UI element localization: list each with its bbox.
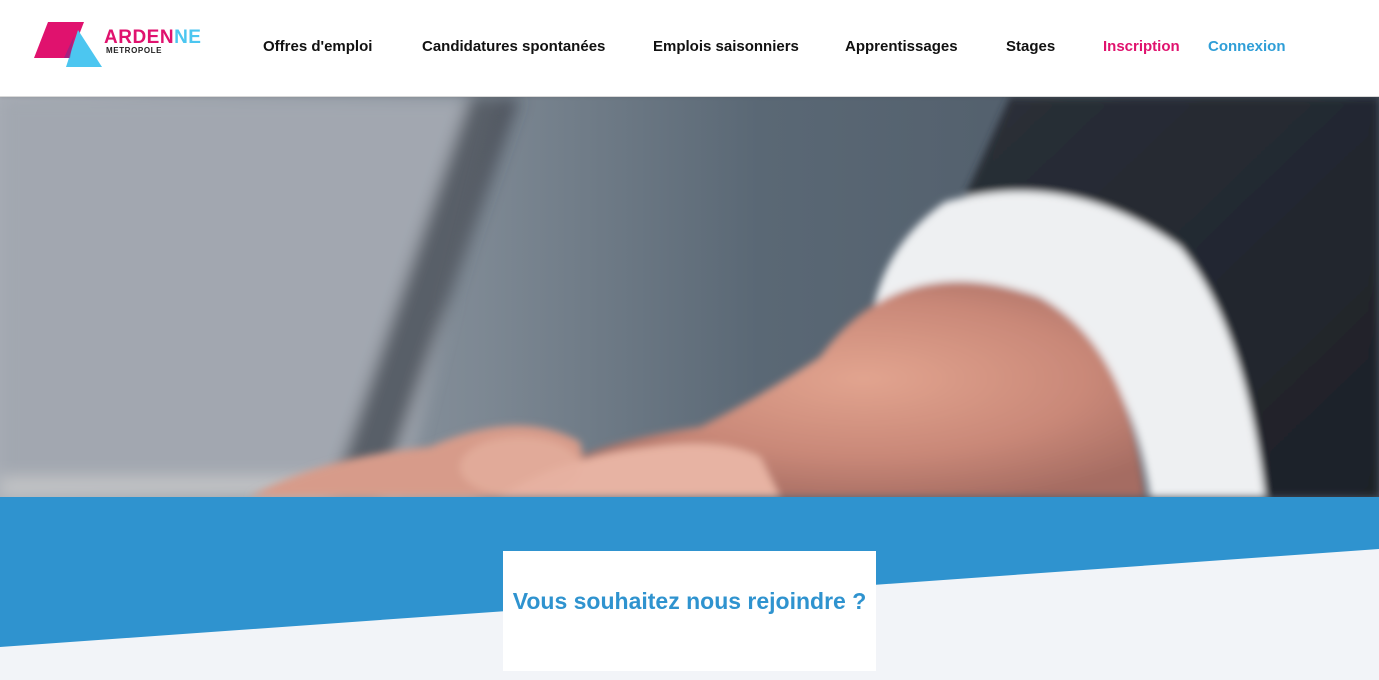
join-card: Vous souhaitez nous rejoindre ?: [503, 551, 876, 671]
inscription-link[interactable]: Inscription: [1103, 38, 1180, 55]
hero-banner: [0, 97, 1379, 497]
connexion-link[interactable]: Connexion: [1208, 38, 1286, 55]
main-nav: Offres d'emploi Candidatures spontanées …: [0, 0, 1379, 96]
nav-offres-emploi[interactable]: Offres d'emploi: [263, 38, 372, 55]
handshake-image: [0, 97, 1379, 497]
join-title: Vous souhaitez nous rejoindre ?: [512, 588, 867, 614]
nav-stages[interactable]: Stages: [1006, 38, 1055, 55]
site-header: ARDENNE METROPOLE Offres d'emploi Candid…: [0, 0, 1379, 97]
nav-candidatures-spontanees[interactable]: Candidatures spontanées: [422, 38, 605, 55]
nav-apprentissages[interactable]: Apprentissages: [845, 38, 958, 55]
nav-emplois-saisonniers[interactable]: Emplois saisonniers: [653, 38, 799, 55]
